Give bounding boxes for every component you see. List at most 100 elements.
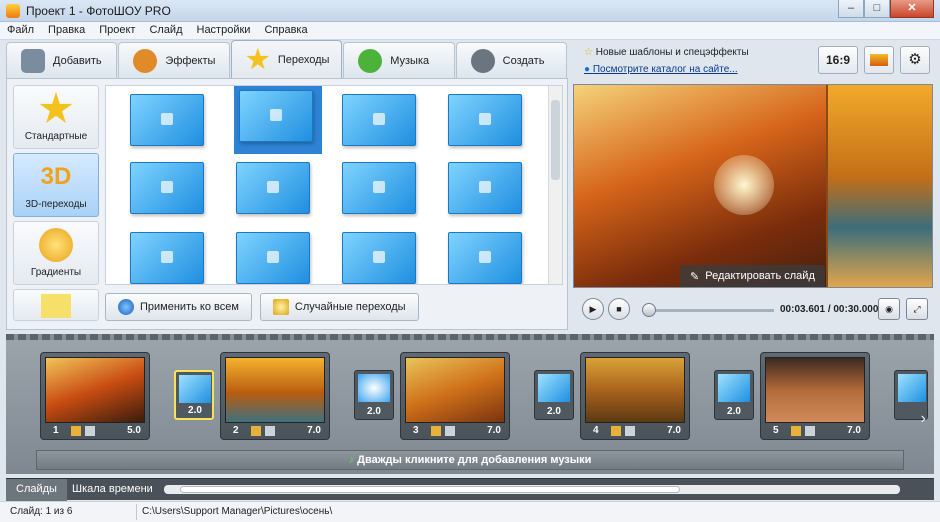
menu-bar: Файл Правка Проект Слайд Настройки Справ… <box>0 22 940 40</box>
3d-text-icon: 3D <box>40 163 72 190</box>
category-list: Стандартные 3D 3D-переходы Градиенты <box>13 85 99 325</box>
tab-label: Эффекты <box>165 54 216 67</box>
tab-music[interactable]: Музыка <box>343 42 455 78</box>
slide-thumbnail <box>765 357 865 423</box>
playback-time: 00:03.601 / 00:30.000 <box>780 304 879 315</box>
scrollbar-thumb[interactable] <box>551 100 560 180</box>
playback-knob[interactable] <box>642 303 656 317</box>
status-bar: Слайд: 1 из 6 C:\Users\Support Manager\P… <box>0 501 940 522</box>
tab-create[interactable]: Создать <box>455 42 568 78</box>
sound-icon[interactable] <box>805 426 815 436</box>
maximize-button[interactable]: □ <box>864 0 890 18</box>
slide-card[interactable]: 2 7.0 <box>220 352 330 440</box>
settings-button[interactable]: ⚙ <box>900 46 930 74</box>
transition-thumb[interactable] <box>340 158 418 218</box>
shield-icon <box>118 299 134 315</box>
menu-settings[interactable]: Настройки <box>190 22 258 39</box>
sound-icon[interactable] <box>625 426 635 436</box>
edit-icon[interactable] <box>251 426 261 436</box>
scroll-right-icon[interactable]: › <box>921 410 926 428</box>
transition-thumb[interactable] <box>128 90 206 150</box>
landscape-icon <box>870 54 888 66</box>
menu-file[interactable]: Файл <box>0 22 41 39</box>
music-track[interactable]: ♪ Дважды кликните для добавления музыки <box>36 450 904 470</box>
close-button[interactable]: ✕ <box>890 0 934 18</box>
tab-slides[interactable]: Слайды <box>6 479 67 501</box>
status-divider <box>136 504 137 520</box>
tab-label: Создать <box>502 54 545 67</box>
transition-thumb[interactable] <box>446 90 524 150</box>
transition-thumb[interactable] <box>128 158 206 218</box>
menu-edit[interactable]: Правка <box>41 22 92 39</box>
slide-duration: 5.0 <box>127 425 141 436</box>
transition-thumb-selected[interactable] <box>234 86 322 154</box>
transition-thumb[interactable] <box>340 228 418 284</box>
transition-thumbnail <box>898 374 926 402</box>
tab-transitions[interactable]: Переходы <box>230 40 343 78</box>
slide-card[interactable]: 3 7.0 <box>400 352 510 440</box>
fullscreen-button[interactable]: ⤢ <box>906 298 928 320</box>
sound-icon[interactable] <box>85 426 95 436</box>
tab-effects[interactable]: Эффекты <box>118 42 230 78</box>
menu-project[interactable]: Проект <box>92 22 142 39</box>
slide-duration: 7.0 <box>487 425 501 436</box>
storyboard-scrollbar[interactable] <box>164 485 900 494</box>
category-standard[interactable]: Стандартные <box>13 85 99 149</box>
slide-card[interactable]: 1 5.0 <box>40 352 150 440</box>
background-button[interactable] <box>864 46 894 74</box>
snapshot-button[interactable]: ◉ <box>878 298 900 320</box>
transition-duration: 2.0 <box>188 405 202 416</box>
slide-number: 4 <box>593 425 599 436</box>
transition-duration: 2.0 <box>547 406 561 417</box>
transition-card-selected[interactable]: 2.0 <box>174 370 214 420</box>
menu-slide[interactable]: Слайд <box>142 22 189 39</box>
slide-card[interactable]: 5 7.0 <box>760 352 870 440</box>
edit-slide-button[interactable]: ✎ Редактировать слайд <box>680 265 825 287</box>
transition-card[interactable]: 2.0 <box>354 370 394 420</box>
transition-thumb[interactable] <box>446 228 524 284</box>
transition-card[interactable]: 2.0 <box>534 370 574 420</box>
sound-icon[interactable] <box>445 426 455 436</box>
tab-add[interactable]: Добавить <box>6 42 118 78</box>
transition-preview <box>130 94 204 146</box>
transition-preview <box>342 162 416 214</box>
grid-scrollbar[interactable] <box>548 86 562 284</box>
film-reel-icon <box>470 48 495 73</box>
category-3d[interactable]: 3D 3D-переходы <box>13 153 99 217</box>
edit-icon[interactable] <box>791 426 801 436</box>
apply-all-button[interactable]: Применить ко всем <box>105 293 252 321</box>
transition-card[interactable]: 2.0 <box>714 370 754 420</box>
catalog-link[interactable]: ● Посмотрите каталог на сайте... <box>584 64 738 75</box>
minimize-button[interactable]: – <box>838 0 864 18</box>
app-logo-icon <box>6 4 20 18</box>
menu-help[interactable]: Справка <box>257 22 314 39</box>
playback-track[interactable] <box>642 309 774 312</box>
transition-preview <box>342 94 416 146</box>
scrollbar-thumb[interactable] <box>180 486 680 493</box>
music-note-icon <box>358 48 383 73</box>
edit-icon[interactable] <box>71 426 81 436</box>
slide-footer: 1 5.0 <box>45 425 145 439</box>
transition-duration: 2.0 <box>727 406 741 417</box>
transition-thumb[interactable] <box>340 90 418 150</box>
edit-icon[interactable] <box>431 426 441 436</box>
slide-preview[interactable]: ✎ Редактировать слайд <box>573 84 933 288</box>
transition-thumb[interactable] <box>128 228 206 284</box>
slide-card[interactable]: 4 7.0 <box>580 352 690 440</box>
transition-thumb[interactable] <box>234 228 312 284</box>
transition-thumbnail <box>358 374 390 402</box>
transition-preview <box>448 162 522 214</box>
tab-timeline[interactable]: Шкала времени <box>62 479 163 501</box>
random-transitions-button[interactable]: Случайные переходы <box>259 293 419 321</box>
category-gradients[interactable]: Градиенты <box>13 221 99 285</box>
sound-icon[interactable] <box>265 426 275 436</box>
fullscreen-icon: ⤢ <box>913 304 921 314</box>
category-more[interactable] <box>13 289 99 321</box>
transition-thumb[interactable] <box>234 158 312 218</box>
stop-button[interactable]: ■ <box>608 298 630 320</box>
edit-icon[interactable] <box>611 426 621 436</box>
transition-thumb[interactable] <box>446 158 524 218</box>
play-button[interactable]: ▶ <box>582 298 604 320</box>
slide-thumbnail <box>405 357 505 423</box>
aspect-ratio-button[interactable]: 16:9 <box>818 46 858 74</box>
